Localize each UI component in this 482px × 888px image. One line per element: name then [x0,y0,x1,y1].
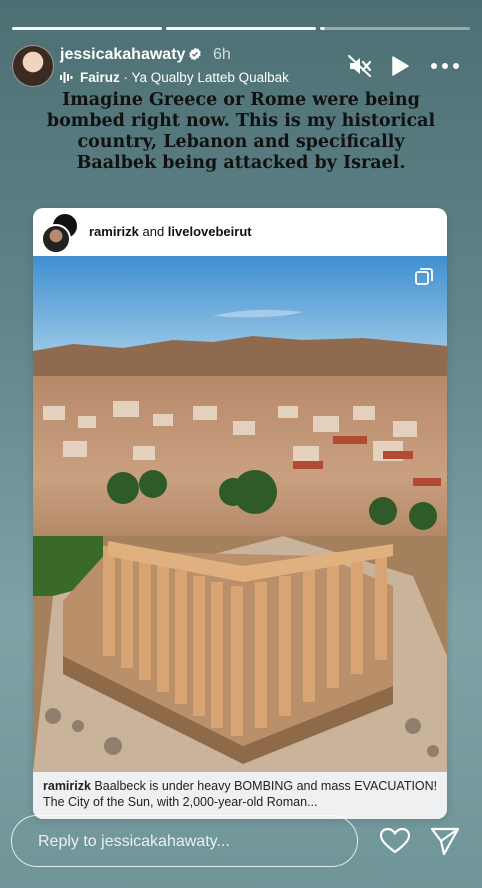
post-caption: ramirizk Baalbeck is under heavy BOMBING… [43,778,439,810]
verified-icon [189,47,201,61]
profile-avatar[interactable] [12,45,54,87]
progress-segment [12,27,162,30]
caption-line: country, Lebanon and specifically [77,132,405,152]
mute-icon[interactable] [348,55,372,77]
reply-placeholder: Reply to jessicakahawaty... [38,833,230,850]
reply-input[interactable]: Reply to jessicakahawaty... [11,815,358,867]
caption-line: Imagine Greece or Rome were being [62,90,420,110]
multiple-images-icon [415,268,433,285]
post-time: 6h [213,46,231,63]
baalbek-temple-photo[interactable] [33,256,447,772]
story-caption: Imagine Greece or Rome were being bombed… [40,90,442,174]
send-icon[interactable] [430,826,460,856]
caption-line: Baalbek being attacked by Israel. [76,153,406,173]
progress-segment-current [320,27,470,30]
card-footer: ramirizk Baalbeck is under heavy BOMBING… [33,772,447,819]
story-progress-bar [12,27,470,30]
username[interactable]: jessicakahawaty [60,46,185,64]
card-user-2: livelovebeirut [167,224,252,239]
music-artist: Fairuz [80,70,120,85]
music-icon [60,72,73,83]
card-avatars [41,212,81,254]
play-icon[interactable] [390,55,410,77]
caption-line: bombed right now. This is my historical [46,111,436,131]
caption-username: ramirizk [43,779,91,793]
heart-icon[interactable] [380,828,410,854]
music-title: · Ya Qualby Latteb Qualbak [123,70,289,85]
progress-segment [166,27,316,30]
card-user-1: ramirizk [89,224,139,239]
caption-text: Baalbeck is under heavy BOMBING and mass… [43,779,438,809]
shared-post-card[interactable]: ramirizk and livelovebeirut ramirizk Baa… [33,208,447,819]
card-users: ramirizk and livelovebeirut [89,224,252,239]
music-track[interactable]: Fairuz · Ya Qualby Latteb Qualbak [80,70,289,85]
card-user-joiner: and [138,224,168,239]
ramirizk-avatar [41,224,71,254]
more-icon[interactable] [430,61,460,71]
